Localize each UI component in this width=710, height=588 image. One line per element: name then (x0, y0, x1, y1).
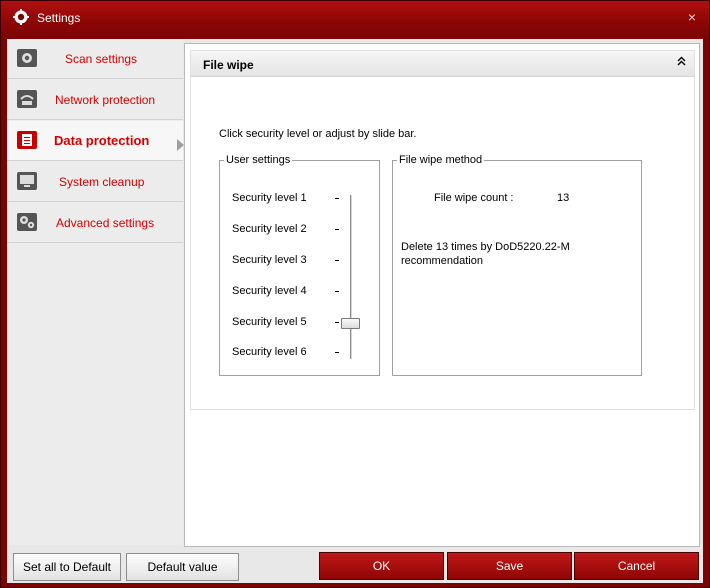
slider-tick (335, 229, 339, 230)
set-all-default-button[interactable]: Set all to Default (13, 553, 121, 581)
sidebar-item-network-protection[interactable]: Network protection (7, 80, 183, 120)
instruction-text: Click security level or adjust by slide … (219, 128, 417, 140)
slider-tick (335, 198, 339, 199)
gear-icon (13, 9, 29, 25)
gear-icon (17, 49, 37, 67)
default-value-button[interactable]: Default value (126, 553, 239, 581)
ok-button[interactable]: OK (319, 552, 444, 580)
section-title: File wipe (203, 58, 254, 72)
sidebar-item-label: Scan settings (65, 52, 138, 66)
file-wipe-description: Delete 13 times by DoD5220.22-M recommen… (401, 241, 570, 267)
wifi-icon (17, 90, 37, 108)
security-slider-track[interactable] (350, 195, 352, 359)
sidebar: Scan settings Network protection Data pr… (7, 39, 184, 545)
file-wipe-count-value: 13 (557, 192, 570, 204)
security-level-4[interactable]: Security level 4 (232, 285, 307, 297)
sidebar-item-system-cleanup[interactable]: System cleanup (7, 162, 183, 202)
gears-icon (17, 213, 37, 231)
active-item-arrow-icon (177, 139, 184, 151)
sidebar-item-label: Data protection (54, 133, 150, 148)
user-settings-group: User settings Security level 1 Security … (219, 154, 380, 376)
window-title: Settings (37, 11, 81, 25)
sidebar-item-label: Advanced settings (56, 216, 155, 230)
slider-tick (335, 260, 339, 261)
sidebar-item-label: System cleanup (59, 175, 145, 189)
user-settings-legend: User settings (226, 154, 291, 166)
security-level-1[interactable]: Security level 1 (232, 192, 307, 204)
settings-window: Settings × Scan settings Network protect… (0, 0, 710, 588)
client-area: Scan settings Network protection Data pr… (7, 39, 703, 583)
sidebar-item-scan-settings[interactable]: Scan settings (7, 39, 183, 79)
security-level-6[interactable]: Security level 6 (232, 346, 307, 358)
sidebar-item-label: Network protection (55, 93, 156, 107)
file-wipe-method-group: File wipe method File wipe count : 13 De… (392, 154, 642, 376)
title-bar: Settings × (1, 1, 709, 35)
monitor-icon (17, 172, 37, 190)
close-icon[interactable]: × (685, 10, 699, 24)
slider-tick (335, 352, 339, 353)
document-icon (17, 131, 37, 149)
security-level-2[interactable]: Security level 2 (232, 223, 307, 235)
security-slider-thumb[interactable] (341, 318, 360, 329)
sidebar-item-advanced-settings[interactable]: Advanced settings (7, 203, 183, 243)
section-header[interactable]: File wipe (191, 51, 694, 77)
slider-tick (335, 322, 339, 323)
file-wipe-method-legend: File wipe method (399, 154, 483, 166)
settings-panel: File wipe Click security level or adjust… (184, 43, 700, 547)
save-button[interactable]: Save (447, 552, 572, 580)
collapse-icon[interactable] (677, 55, 686, 70)
security-level-3[interactable]: Security level 3 (232, 254, 307, 266)
cancel-button[interactable]: Cancel (574, 552, 699, 580)
file-wipe-count-label: File wipe count : (434, 192, 514, 204)
security-level-5[interactable]: Security level 5 (232, 316, 307, 328)
file-wipe-section: File wipe Click security level or adjust… (190, 50, 695, 410)
slider-tick (335, 291, 339, 292)
sidebar-item-data-protection[interactable]: Data protection (7, 121, 183, 161)
